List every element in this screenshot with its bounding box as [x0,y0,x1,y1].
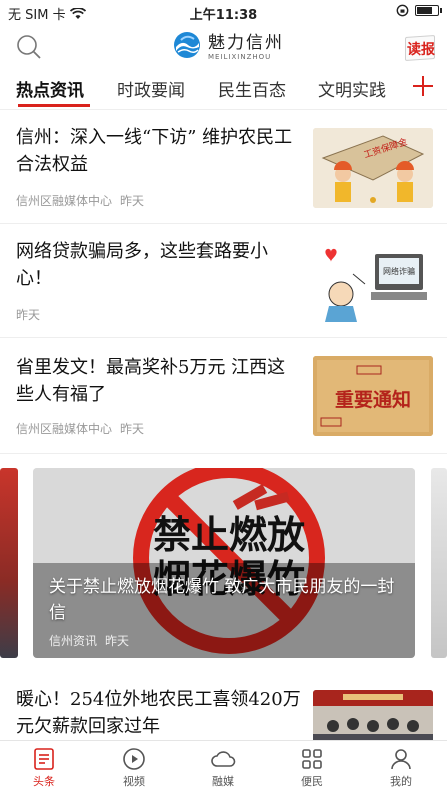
news-title: 网络贷款骗局多，这些套路要小心！ [16,241,268,289]
banner-carousel: 禁止燃放 烟花爆竹 关于禁止燃放烟花爆竹 致广大市民朋友的一封信 信州资讯昨天 [0,468,447,660]
brand-name: 魅力信州 [208,33,284,53]
search-button[interactable] [14,32,44,62]
play-icon [123,748,145,770]
status-bar: 无 SIM 卡 上午11:38 [0,0,447,24]
app-header: 魅力信州 MEILIXINZHOU 读报 [0,24,447,68]
nav-label: 便民 [301,775,323,788]
banner-source: 信州资讯 [49,634,98,648]
banner-image-text: 禁止燃放 [153,513,305,557]
app-logo: 魅力信州 MEILIXINZHOU [172,28,284,61]
news-item[interactable]: 省里发文！最高奖补5万元 江西这些人有福了 信州区融媒体中心 昨天 重要通知 [0,338,447,454]
nav-label: 视频 [123,775,145,788]
nav-profile[interactable]: 我的 [371,747,431,789]
no-fireworks-illustration: 禁止燃放 烟花爆竹 [33,468,415,658]
banner-slide[interactable]: 禁止燃放 烟花爆竹 关于禁止燃放烟花爆竹 致广大市民朋友的一封信 信州资讯昨天 [33,468,415,658]
nav-label: 融媒 [212,775,234,788]
nav-label: 我的 [390,775,412,788]
rotation-lock-icon [396,4,409,17]
banner-caption: 关于禁止燃放烟花爆竹 致广大市民朋友的一封信 [49,577,395,623]
nav-headline[interactable]: 头条 [14,747,74,789]
news-item[interactable]: 暖心！254位外地农民工喜领420万元欠薪款回家过年 [0,676,447,750]
online-fraud-illustration: 网络诈骗 [313,244,433,324]
grid-icon [302,749,322,769]
news-item[interactable]: 信州：深入一线“下访” 维护农民工合法权益 信州区融媒体中心 昨天 工资保障金 [0,112,447,224]
clock: 上午11:38 [189,8,258,23]
brand-pinyin: MEILIXINZHOU [208,53,272,61]
carousel-prev-peek[interactable] [0,468,18,658]
news-time: 昨天 [120,194,145,208]
headline-icon [34,748,54,770]
cloud-icon [211,751,236,767]
battery-icon [415,5,442,16]
banner-meta: 信州资讯 昨天 [49,632,129,649]
status-right [396,4,442,17]
bottom-navigation: 头条 视频 融媒 便民 我的 [0,740,447,794]
nav-label: 头条 [33,775,55,788]
tab-civilization[interactable]: 文明实践 [318,76,386,101]
news-source: 信州区融媒体中心 [16,194,113,208]
news-meta: 信州区融媒体中心 昨天 [16,420,144,437]
active-tab-indicator [18,104,90,107]
add-tab-icon[interactable] [411,74,435,98]
thumb-text: 重要通知 [335,388,411,411]
search-icon [17,35,41,59]
user-icon [391,749,411,770]
workers-illustration: 工资保障金 [313,128,433,208]
important-notice-illustration: 重要通知 [313,356,433,436]
news-title: 信州：深入一线“下访” 维护农民工合法权益 [16,127,293,175]
news-time: 昨天 [16,308,41,322]
news-title: 省里发文！最高奖补5万元 江西这些人有福了 [16,357,286,405]
news-title: 暖心！254位外地农民工喜领420万元欠薪款回家过年 [16,689,301,737]
tab-livelihood[interactable]: 民生百态 [218,76,286,101]
banner-time: 昨天 [105,634,130,648]
nav-media[interactable]: 融媒 [193,747,253,789]
tab-hot-news[interactable]: 热点资讯 [16,76,84,101]
news-thumbnail: 网络诈骗 [313,244,433,324]
nav-video[interactable]: 视频 [104,747,164,789]
read-newspaper-label: 读报 [407,42,435,58]
news-thumbnail: 工资保障金 [313,128,433,208]
news-time: 昨天 [120,422,145,436]
read-newspaper-button[interactable]: 读报 [403,34,439,62]
news-meta: 昨天 [16,306,40,323]
news-source: 信州区融媒体中心 [16,422,113,436]
news-item[interactable]: 网络贷款骗局多，这些套路要小心！ 昨天 网络诈骗 [0,224,447,338]
thumb-text: 网络诈骗 [383,266,415,276]
logo-mark-icon [174,31,200,58]
carousel-next-peek[interactable] [431,468,447,658]
nav-services[interactable]: 便民 [282,747,342,789]
battery-level [417,7,433,14]
news-meta: 信州区融媒体中心 昨天 [16,192,144,209]
news-thumbnail: 重要通知 [313,356,433,436]
tab-politics[interactable]: 时政要闻 [117,76,185,101]
